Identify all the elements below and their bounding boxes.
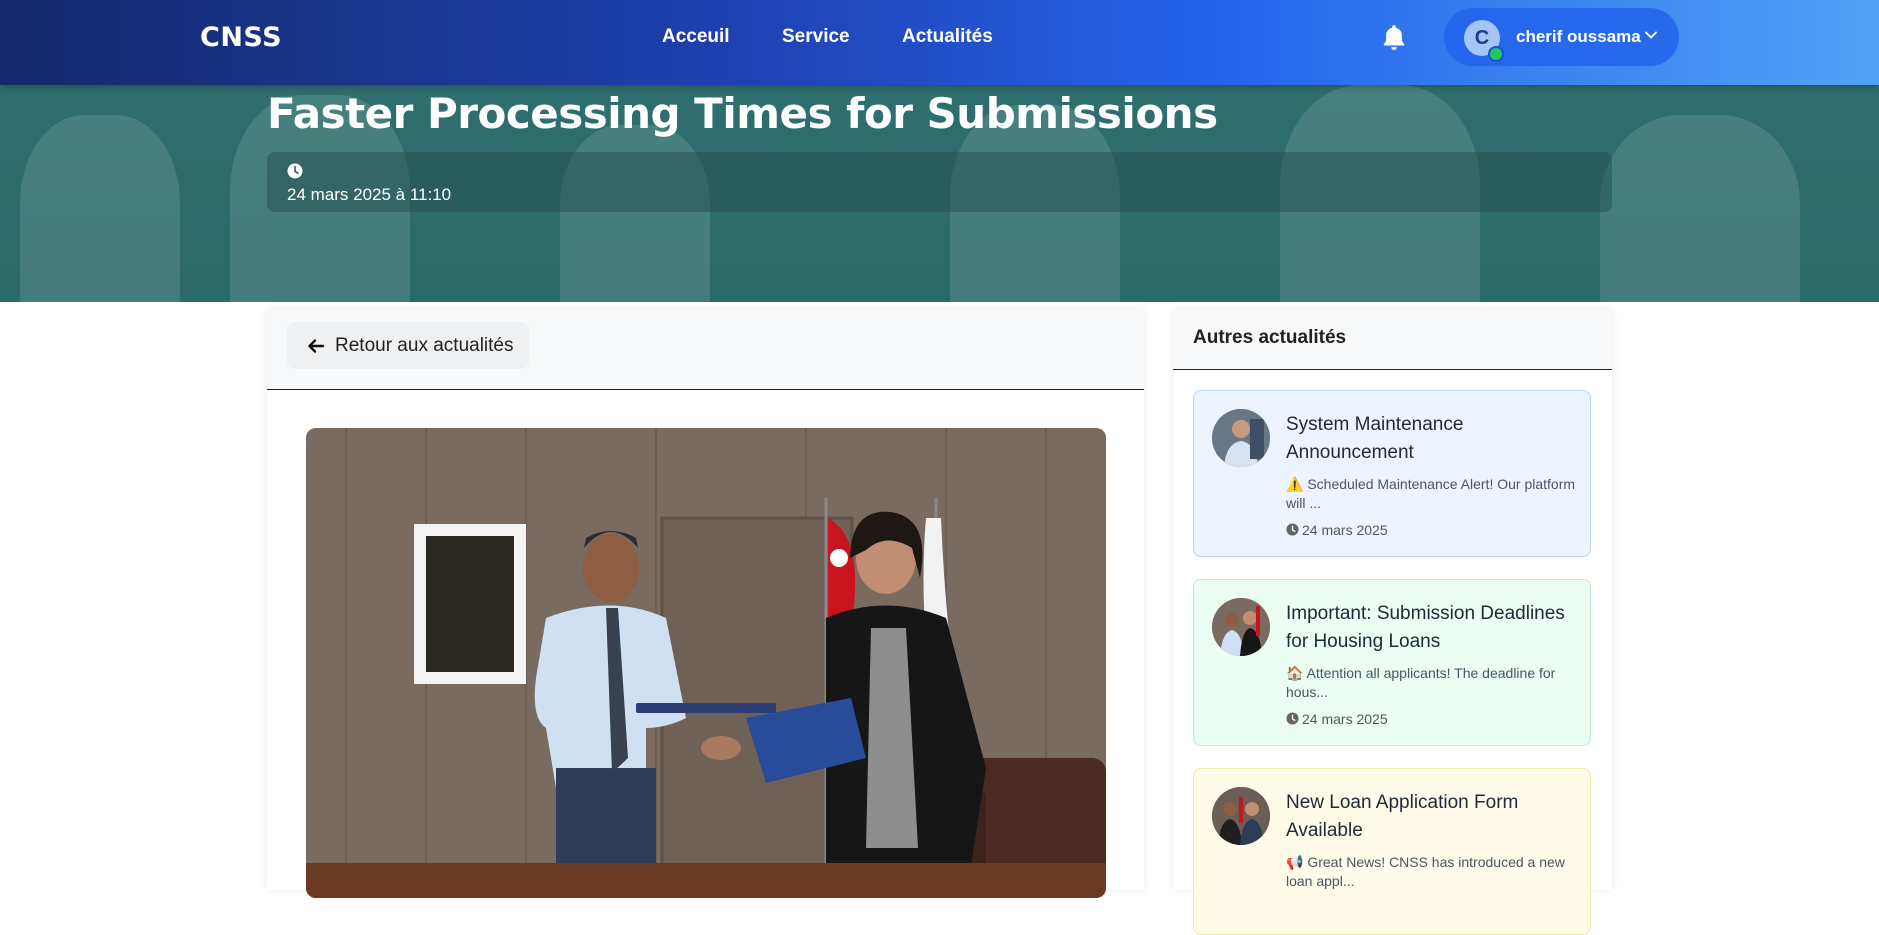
arrow-left-icon xyxy=(308,339,325,353)
news-title: Important: Submission Deadlines for Hous… xyxy=(1286,603,1565,652)
sidebar-title: Autres actualités xyxy=(1193,327,1347,348)
article-photo-illustration xyxy=(306,428,1106,898)
news-card[interactable]: System Maintenance Announcement ⚠️ Sched… xyxy=(1193,390,1591,557)
news-thumbnail-image xyxy=(1212,409,1270,467)
hero-banner: Faster Processing Times for Submissions … xyxy=(0,85,1879,302)
article-card: Retour aux actualités xyxy=(267,310,1144,898)
nav-link-service[interactable]: Service xyxy=(782,26,850,48)
sidebar-header: Autres actualités xyxy=(1173,310,1612,370)
news-thumbnail-image xyxy=(1212,598,1270,656)
bell-icon[interactable] xyxy=(1381,24,1407,52)
clock-icon xyxy=(1286,712,1299,725)
user-menu-button[interactable]: C cherif oussama xyxy=(1444,8,1679,66)
back-button-label: Retour aux actualités xyxy=(335,335,514,356)
user-name: cherif oussama xyxy=(1516,27,1641,46)
chevron-down-icon xyxy=(1645,31,1657,39)
news-excerpt: 📢 Great News! CNSS has introduced a new … xyxy=(1286,854,1565,889)
nav-link-actualites[interactable]: Actualités xyxy=(902,26,993,48)
news-excerpt: 🏠 Attention all applicants! The deadline… xyxy=(1286,665,1556,700)
news-excerpt: ⚠️ Scheduled Maintenance Alert! Our plat… xyxy=(1286,476,1576,511)
news-thumbnail xyxy=(1212,598,1270,656)
news-date: 24 mars 2025 xyxy=(1302,522,1388,538)
hero-background-figure xyxy=(20,115,180,302)
nav-link-acceuil[interactable]: Acceuil xyxy=(662,26,730,48)
online-status-dot xyxy=(1488,46,1504,62)
news-date: 24 mars 2025 xyxy=(1302,711,1388,727)
clock-icon xyxy=(1286,523,1299,536)
top-navbar: CNSS Acceuil Service Actualités C cherif… xyxy=(0,0,1879,85)
page-title: Faster Processing Times for Submissions xyxy=(267,89,1218,138)
news-thumbnail xyxy=(1212,787,1270,845)
article-image xyxy=(306,428,1106,898)
news-title: New Loan Application Form Available xyxy=(1286,792,1519,841)
back-to-news-button[interactable]: Retour aux actualités xyxy=(287,322,529,369)
news-thumbnail xyxy=(1212,409,1270,467)
hero-background-figure xyxy=(1600,115,1800,302)
article-card-header: Retour aux actualités xyxy=(267,310,1144,390)
clock-icon xyxy=(287,163,303,179)
news-card[interactable]: Important: Submission Deadlines for Hous… xyxy=(1193,579,1591,746)
brand-logo[interactable]: CNSS xyxy=(200,22,282,53)
news-title: System Maintenance Announcement xyxy=(1286,414,1464,463)
news-thumbnail-image xyxy=(1212,787,1270,845)
article-meta-bar: 24 mars 2025 à 11:10 xyxy=(267,152,1612,212)
news-card[interactable]: New Loan Application Form Available 📢 Gr… xyxy=(1193,768,1591,935)
other-news-sidebar: Autres actualités System Maintenance Ann… xyxy=(1173,310,1612,935)
article-date: 24 mars 2025 à 11:10 xyxy=(287,185,452,204)
